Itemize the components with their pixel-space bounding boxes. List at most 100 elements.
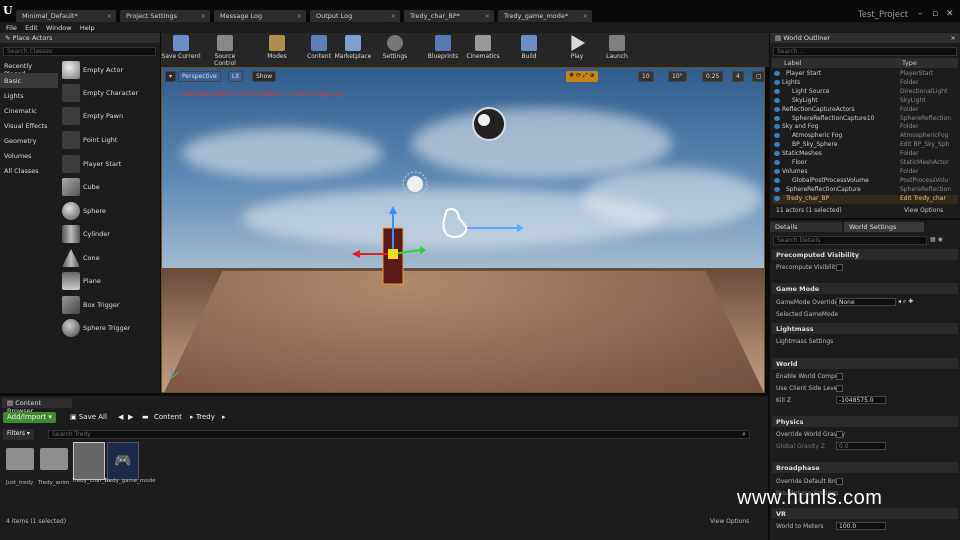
place-item-plane[interactable]: Plane: [60, 270, 158, 292]
cat-recently-placed[interactable]: Recently Placed: [0, 58, 58, 78]
tab-tredy-char-bp[interactable]: Tredy_char_BP* ×: [404, 10, 494, 22]
build-button[interactable]: Build: [509, 35, 549, 65]
section-physics[interactable]: Physics: [772, 416, 958, 427]
override-world-gravity-checkbox[interactable]: [836, 431, 843, 438]
menu-help[interactable]: Help: [80, 24, 95, 32]
place-item-cylinder[interactable]: Cylinder: [60, 223, 158, 245]
minimize-icon[interactable]: –: [918, 9, 923, 19]
settings-button[interactable]: Settings: [375, 35, 415, 65]
enable-world-composition-checkbox[interactable]: [836, 373, 843, 380]
tredy-character-actor[interactable]: [352, 206, 426, 285]
tab-details[interactable]: Details: [770, 222, 842, 232]
breadcrumb-tredy[interactable]: Tredy: [192, 412, 219, 423]
modes-button[interactable]: Modes: [257, 35, 297, 65]
close-window-icon[interactable]: ✕: [946, 9, 954, 19]
column-label[interactable]: Label: [784, 59, 802, 67]
tab-world-settings[interactable]: World Settings: [844, 222, 924, 232]
place-item-sphere-trigger[interactable]: Sphere Trigger: [60, 317, 158, 339]
section-lightmass[interactable]: Lightmass: [772, 323, 958, 334]
close-icon[interactable]: ×: [297, 12, 302, 20]
outliner-view-options[interactable]: View Options: [904, 207, 943, 214]
close-icon[interactable]: ×: [201, 12, 206, 20]
outliner-row[interactable]: StaticMeshes Folder: [772, 150, 958, 159]
cat-geometry[interactable]: Geometry: [0, 133, 58, 148]
menu-file[interactable]: File: [6, 24, 17, 32]
visibility-eye-icon[interactable]: [774, 115, 780, 121]
cat-cinematic[interactable]: Cinematic: [0, 103, 58, 118]
close-icon[interactable]: ×: [583, 12, 588, 20]
menu-edit[interactable]: Edit: [25, 24, 38, 32]
outliner-row[interactable]: Light Source DirectionalLight: [772, 88, 958, 97]
lightmass-settings-label[interactable]: Lightmass Settings: [776, 338, 833, 345]
cat-basic[interactable]: Basic: [0, 73, 58, 88]
visibility-eye-icon[interactable]: [774, 79, 780, 85]
filters-button[interactable]: Filters ▾: [3, 429, 34, 440]
visibility-eye-icon[interactable]: [774, 106, 780, 112]
directional-light-icon[interactable]: [402, 171, 428, 197]
sky-sphere-icon[interactable]: [472, 107, 506, 141]
tab-tredy-game-mode[interactable]: Tredy_game_mode* ×: [498, 10, 592, 22]
outliner-row[interactable]: SphereReflectionCapture10 SphereReflectio…: [772, 115, 958, 124]
outliner-row[interactable]: Tredy_char_BP Edit Tredy_char: [772, 194, 958, 204]
place-item-empty-pawn[interactable]: Empty Pawn: [60, 105, 158, 127]
place-item-point-light[interactable]: Point Light: [60, 129, 158, 151]
visibility-eye-icon[interactable]: [774, 151, 780, 157]
place-item-player-start[interactable]: Player Start: [60, 153, 158, 175]
global-gravity-z-input[interactable]: 0.0: [836, 442, 886, 450]
place-item-cube[interactable]: Cube: [60, 176, 158, 198]
outliner-row[interactable]: Sky and Fog Folder: [772, 123, 958, 132]
browse-icon[interactable]: ◂ ⌕ ✚: [898, 298, 913, 306]
outliner-row[interactable]: Lights Folder: [772, 79, 958, 88]
outliner-row[interactable]: Player Start PlayerStart: [772, 70, 958, 79]
section-game-mode[interactable]: Game Mode: [772, 283, 958, 294]
cat-visual-effects[interactable]: Visual Effects: [0, 118, 58, 133]
visibility-eye-icon[interactable]: [774, 97, 780, 103]
add-import-button[interactable]: Add/Import ▾: [3, 412, 56, 423]
details-search-input[interactable]: Search Details: [773, 236, 927, 245]
search-icon[interactable]: ⌕: [742, 430, 746, 439]
place-item-box-trigger[interactable]: Box Trigger: [60, 294, 158, 316]
tab-minimal-default[interactable]: Minimal_Default* ×: [16, 10, 116, 22]
player-start-gizmo[interactable]: [442, 208, 524, 238]
tab-project-settings[interactable]: Project Settings ×: [120, 10, 210, 22]
place-search-input[interactable]: Search Classes: [3, 47, 156, 56]
menu-window[interactable]: Window: [46, 24, 72, 32]
visibility-eye-icon[interactable]: [774, 168, 780, 174]
outliner-row[interactable]: GlobalPostProcessVolume PostProcessVolu: [772, 177, 958, 186]
visibility-eye-icon[interactable]: [774, 142, 780, 148]
use-client-side-level-checkbox[interactable]: [836, 385, 843, 392]
visibility-eye-icon[interactable]: [774, 195, 780, 201]
asset-tredy-game-mode[interactable]: 🎮: [107, 442, 139, 480]
place-item-cone[interactable]: Cone: [60, 247, 158, 269]
breadcrumb-chevron-icon[interactable]: ▸: [218, 412, 230, 423]
place-item-empty-character[interactable]: Empty Character: [60, 82, 158, 104]
cinematics-button[interactable]: Cinematics: [463, 35, 503, 65]
outliner-row[interactable]: SkyLight SkyLight: [772, 97, 958, 106]
outliner-row[interactable]: ReflectionCaptureActors Folder: [772, 106, 958, 115]
override-default-broadphase-checkbox[interactable]: [836, 478, 843, 485]
maximize-icon[interactable]: ▫: [932, 9, 938, 19]
outliner-row[interactable]: Atmospheric Fog AtmosphericFog: [772, 132, 958, 141]
breadcrumb-content[interactable]: Content: [150, 412, 186, 423]
outliner-row[interactable]: SphereReflectionCapture SphereReflection: [772, 186, 958, 195]
outliner-row[interactable]: Volumes Folder: [772, 168, 958, 177]
tab-output-log[interactable]: Output Log ×: [310, 10, 400, 22]
visibility-eye-icon[interactable]: [774, 186, 780, 192]
outliner-row[interactable]: Floor StaticMeshActor: [772, 159, 958, 168]
save-current-button[interactable]: Save Current: [161, 35, 201, 65]
save-all-button[interactable]: ▣ Save All: [66, 412, 111, 423]
outliner-search-input[interactable]: Search...: [773, 47, 957, 56]
launch-button[interactable]: Launch: [597, 35, 637, 65]
close-icon[interactable]: ×: [107, 12, 112, 20]
cat-volumes[interactable]: Volumes: [0, 148, 58, 163]
selected-gamemode-label[interactable]: Selected GameMode: [776, 311, 838, 318]
kill-z-input[interactable]: -1048575.0: [836, 396, 886, 404]
visibility-eye-icon[interactable]: [774, 177, 780, 183]
section-precomputed-visibility[interactable]: Precomputed Visibility: [772, 249, 958, 260]
place-item-sphere[interactable]: Sphere: [60, 200, 158, 222]
marketplace-button[interactable]: Marketplace: [331, 35, 375, 65]
close-icon[interactable]: ×: [951, 34, 956, 42]
section-broadphase[interactable]: Broadphase: [772, 462, 958, 473]
source-control-button[interactable]: Source Control: [203, 35, 247, 67]
play-button[interactable]: Play: [557, 35, 597, 65]
